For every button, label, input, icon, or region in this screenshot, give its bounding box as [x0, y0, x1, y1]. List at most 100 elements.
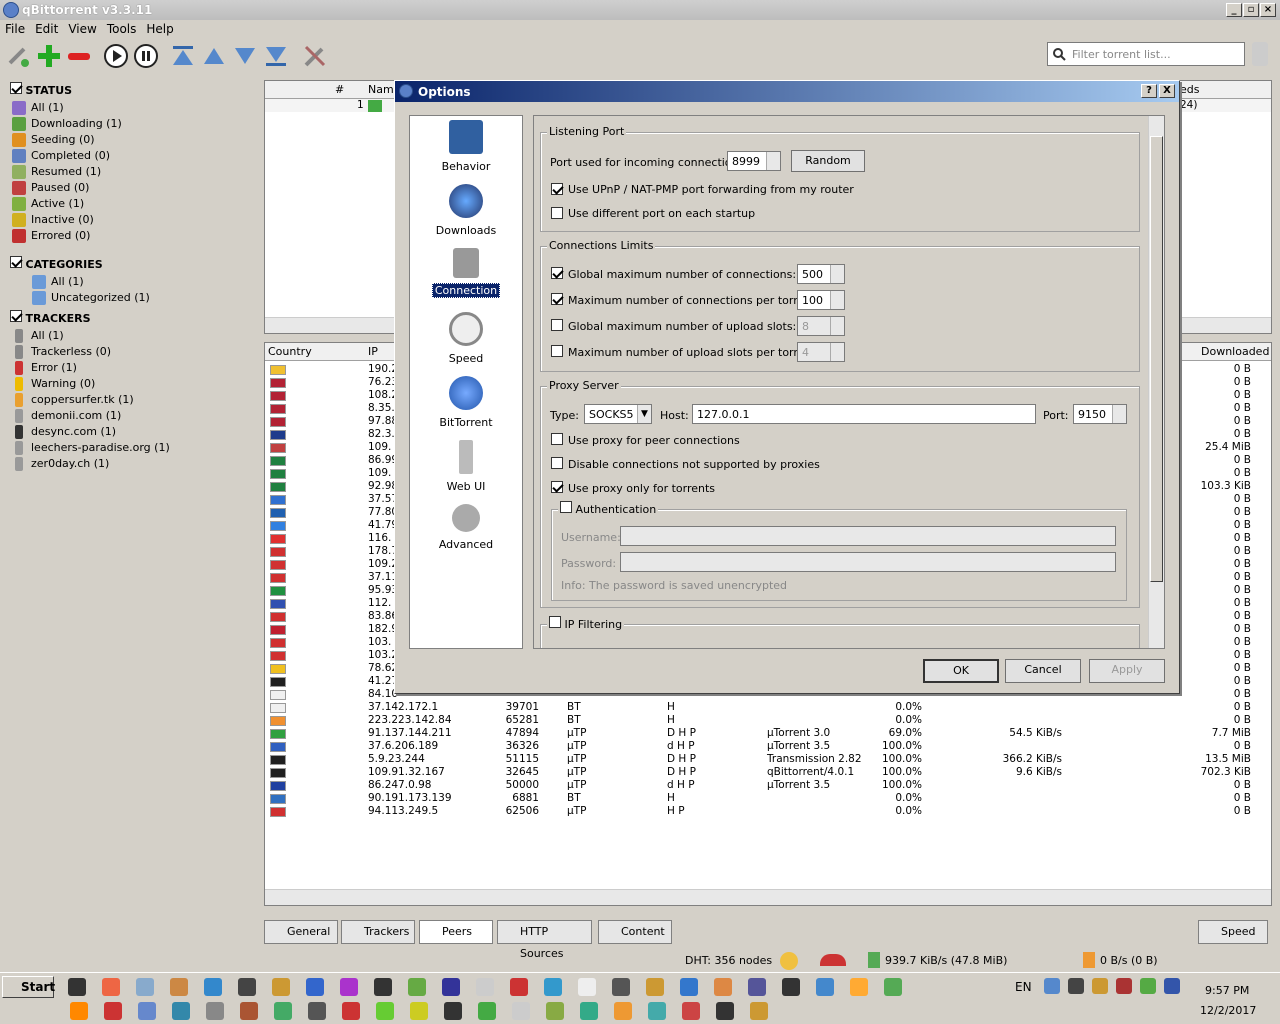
nav-advanced[interactable]: Advanced: [410, 504, 522, 551]
random-button[interactable]: Random: [791, 150, 865, 172]
taskbar-app-icon[interactable]: [70, 1002, 88, 1020]
global-connections-spinbox[interactable]: 500: [797, 264, 845, 284]
upload-speed[interactable]: 0 B/s (0 B): [1100, 954, 1158, 967]
taskbar-app-icon[interactable]: [512, 1002, 530, 1020]
port-spinbox[interactable]: 8999: [727, 151, 781, 171]
taskbar-app-icon[interactable]: [444, 1002, 462, 1020]
taskbar-app-icon[interactable]: [410, 1002, 428, 1020]
proxy-host-input[interactable]: 127.0.0.1: [692, 404, 1036, 424]
nav-speed[interactable]: Speed: [410, 312, 522, 365]
category-uncategorized[interactable]: Uncategorized (1): [32, 290, 150, 306]
ip-filtering-header[interactable]: IP Filtering: [547, 616, 625, 631]
tab-content[interactable]: Content: [598, 920, 672, 944]
tab-http-sources[interactable]: HTTP Sources: [497, 920, 592, 960]
taskbar-app-icon[interactable]: [478, 1002, 496, 1020]
speed-button[interactable]: Speed: [1198, 920, 1268, 944]
menu-file[interactable]: File: [0, 20, 30, 38]
apply-button[interactable]: Apply: [1089, 659, 1165, 683]
add-link-icon[interactable]: [6, 43, 32, 69]
proxy-only-torrents-checkbox[interactable]: [551, 481, 563, 493]
status-item[interactable]: All (1): [12, 100, 122, 116]
spin-arrows[interactable]: [830, 291, 844, 309]
taskbar-app-icon[interactable]: [884, 978, 902, 996]
menu-edit[interactable]: Edit: [30, 20, 63, 38]
resume-icon[interactable]: [103, 43, 129, 69]
taskbar-app-icon[interactable]: [612, 978, 630, 996]
peer-row[interactable]: 37.6.206.189 36326 µTP d H P µTorrent 3.5 100…: [265, 740, 1271, 753]
menu-tools[interactable]: Tools: [102, 20, 142, 38]
tracker-item[interactable]: leechers-paradise.org (1): [12, 440, 170, 456]
add-torrent-icon[interactable]: [36, 43, 62, 69]
horizontal-scrollbar[interactable]: [265, 889, 1271, 905]
categories-section-checkbox[interactable]: [10, 256, 22, 268]
nav-behavior[interactable]: Behavior: [410, 120, 522, 173]
trackers-section-checkbox[interactable]: [10, 310, 22, 322]
speed-limit-icon[interactable]: [820, 954, 846, 966]
move-top-icon[interactable]: [170, 43, 196, 69]
taskbar-app-icon[interactable]: [204, 978, 222, 996]
taskbar-app-icon[interactable]: [614, 1002, 632, 1020]
trackers-section-header[interactable]: TRACKERS: [10, 310, 91, 325]
taskbar-app-icon[interactable]: [510, 978, 528, 996]
pause-icon[interactable]: [133, 43, 159, 69]
peer-row[interactable]: 86.247.0.98 50000 µTP d H P µTorrent 3.5 100.…: [265, 779, 1271, 792]
upload-slots-per-torrent-checkbox[interactable]: [551, 345, 563, 357]
column-country-header[interactable]: Country: [268, 345, 312, 358]
taskbar-app-icon[interactable]: [104, 1002, 122, 1020]
taskbar-app-icon[interactable]: [680, 978, 698, 996]
status-item[interactable]: Seeding (0): [12, 132, 122, 148]
taskbar-app-icon[interactable]: [646, 978, 664, 996]
different-port-checkbox[interactable]: [551, 207, 563, 219]
password-input[interactable]: [620, 552, 1116, 572]
taskbar-app-icon[interactable]: [750, 1002, 768, 1020]
taskbar-app-icon[interactable]: [716, 1002, 734, 1020]
dialog-close-button[interactable]: X: [1159, 84, 1175, 98]
tray-icon[interactable]: [1044, 978, 1060, 994]
download-speed[interactable]: 939.7 KiB/s (47.8 MiB): [885, 954, 1007, 967]
menu-help[interactable]: Help: [141, 20, 178, 38]
taskbar-app-icon[interactable]: [578, 978, 596, 996]
per-torrent-connections-checkbox[interactable]: [551, 293, 563, 305]
status-item[interactable]: Inactive (0): [12, 212, 122, 228]
taskbar-app-icon[interactable]: [240, 1002, 258, 1020]
categories-section-header[interactable]: CATEGORIES: [10, 256, 103, 271]
taskbar-app-icon[interactable]: [68, 978, 86, 996]
taskbar-app-icon[interactable]: [782, 978, 800, 996]
tracker-item[interactable]: desync.com (1): [12, 424, 170, 440]
global-upload-slots-spinbox[interactable]: 8: [797, 316, 845, 336]
category-all[interactable]: All (1): [32, 274, 150, 290]
start-button[interactable]: Start: [2, 976, 55, 998]
taskbar-app-icon[interactable]: [748, 978, 766, 996]
move-bottom-icon[interactable]: [263, 43, 289, 69]
tracker-item[interactable]: zer0day.ch (1): [12, 456, 170, 472]
spin-arrows[interactable]: [1112, 405, 1126, 423]
chevron-down-icon[interactable]: ▼: [637, 405, 651, 423]
taskbar-app-icon[interactable]: [136, 978, 154, 996]
minimize-button[interactable]: _: [1226, 3, 1242, 17]
taskbar-app-icon[interactable]: [442, 978, 460, 996]
taskbar-app-icon[interactable]: [408, 978, 426, 996]
clock-date[interactable]: 12/2/2017: [1200, 1004, 1256, 1017]
column-seeds-header[interactable]: eds: [1180, 83, 1199, 96]
peer-row[interactable]: 94.113.249.5 62506 µTP H P 0.0% 0 B: [265, 805, 1271, 818]
ok-button[interactable]: OK: [923, 659, 999, 683]
peer-row[interactable]: 91.137.144.211 47894 µTP D H P µTorrent 3.0 6…: [265, 727, 1271, 740]
status-item[interactable]: Paused (0): [12, 180, 122, 196]
column-number-header[interactable]: #: [335, 83, 344, 96]
scrollbar-thumb[interactable]: [1150, 136, 1163, 582]
column-downloaded-header[interactable]: Downloaded: [1201, 345, 1269, 358]
tracker-item[interactable]: Trackerless (0): [12, 344, 170, 360]
proxy-type-select[interactable]: SOCKS5 ▼: [584, 404, 652, 424]
status-item[interactable]: Active (1): [12, 196, 122, 212]
proxy-port-spinbox[interactable]: 9150: [1073, 404, 1127, 424]
column-ip-header[interactable]: IP: [368, 345, 378, 358]
nav-downloads[interactable]: Downloads: [410, 184, 522, 237]
cancel-button[interactable]: Cancel: [1005, 659, 1081, 683]
ip-filtering-checkbox[interactable]: [549, 616, 561, 628]
nav-connection[interactable]: Connection: [410, 248, 522, 298]
global-connections-checkbox[interactable]: [551, 267, 563, 279]
taskbar-app-icon[interactable]: [340, 978, 358, 996]
tray-icon[interactable]: [1068, 978, 1084, 994]
menu-view[interactable]: View: [63, 20, 101, 38]
taskbar-app-icon[interactable]: [274, 1002, 292, 1020]
